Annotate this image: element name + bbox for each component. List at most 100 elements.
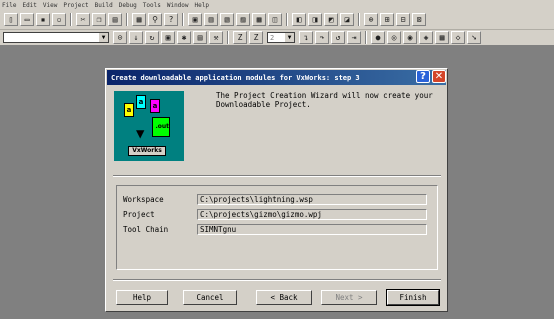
toolchain-label: Tool Chain [123,224,169,234]
zoom-combo[interactable]: 2 ▼ [267,32,295,43]
project-icon[interactable]: ▧ [220,13,234,26]
rebuild-icon[interactable]: ◨ [308,13,322,26]
dialog-titlebar[interactable]: Create downloadable application modules … [107,70,446,85]
monitor-icon[interactable]: ▣ [161,31,175,44]
tile-icon[interactable]: ▨ [236,13,250,26]
cancel-button[interactable]: Cancel [183,290,237,305]
watch-icon[interactable]: ◎ [387,31,401,44]
intro-text: The Project Creation Wizard will now cre… [216,91,441,109]
object-file-icon: .out [152,117,170,137]
source-file-icon: a [150,99,160,113]
menu-edit[interactable]: Edit [22,2,36,9]
intro-line-2: Downloadable Project. [216,100,311,109]
stop-build-icon[interactable]: ◪ [340,13,354,26]
source-file-icon: a [124,103,134,117]
summary-group: Workspace C:\projects\lightning.wsp Proj… [116,185,438,270]
menu-debug[interactable]: Debug [119,2,137,9]
run-to-cursor-icon[interactable]: ⇥ [347,31,361,44]
workspace-value: C:\projects\lightning.wsp [197,193,427,205]
wizard-dialog: Create downloadable application modules … [105,68,448,312]
source-file-icon: a [136,95,146,109]
finish-button[interactable]: Finish [386,289,440,306]
format-icon[interactable]: Z [249,31,263,44]
find-icon[interactable]: ⚲ [148,13,162,26]
zoom-value: 2 [270,34,275,42]
breakpoint-icon[interactable]: ● [371,31,385,44]
divider [113,175,441,177]
menu-file[interactable]: File [2,2,16,9]
toolchain-row: Tool Chain SIMNTgnu [123,223,427,235]
target-server-icon[interactable]: ⊠ [412,13,426,26]
chevron-down-icon[interactable]: ▼ [285,33,294,42]
pointer-icon[interactable]: ➘ [467,31,481,44]
stack-icon[interactable]: ◇ [451,31,465,44]
shell-icon[interactable]: ⊟ [396,13,410,26]
toolchain-value: SIMNTgnu [197,223,427,235]
workspace-label: Workspace [123,194,164,204]
arrow-down-icon: ▼ [136,126,145,142]
workspace-row: Workspace C:\projects\lightning.wsp [123,193,427,205]
toolbar-separator [286,13,288,26]
project-value: C:\projects\gizmo\gizmo.wpj [197,208,427,220]
toolbar-separator [365,31,367,44]
workspace-icon[interactable]: ◫ [268,13,282,26]
menu-build[interactable]: Build [95,2,113,9]
target-reboot-icon[interactable]: ↻ [145,31,159,44]
help-button[interactable]: Help [116,290,168,305]
menu-help[interactable]: Help [195,2,209,9]
help-context-icon[interactable]: ? [164,13,178,26]
copy-icon[interactable]: ❐ [92,13,106,26]
table-icon[interactable]: ▤ [193,31,207,44]
chevron-down-icon[interactable]: ▼ [99,33,108,42]
wizard-illustration: a a a .out ▼ VxWorks [114,91,184,161]
menu-window[interactable]: Window [167,2,189,9]
new-file-icon[interactable]: ▯ [4,13,18,26]
vxworks-label: VxWorks [128,146,166,156]
project-label: Project [123,209,155,219]
step-over-icon[interactable]: ↷ [315,31,329,44]
compile-icon[interactable]: ◩ [324,13,338,26]
cut-icon[interactable]: ✂ [76,13,90,26]
toolbar-separator [126,13,128,26]
menu-tools[interactable]: Tools [143,2,161,9]
download-icon[interactable]: ↓ [129,31,143,44]
locals-icon[interactable]: ◉ [403,31,417,44]
dialog-title: Create downloadable application modules … [111,73,360,82]
toolbar-separator [227,31,229,44]
toolbar-separator [70,13,72,26]
debug-icon[interactable]: ⊕ [364,13,378,26]
step-into-icon[interactable]: ↴ [299,31,313,44]
target-attach-icon[interactable]: ⊙ [113,31,127,44]
intro-line-1: The Project Creation Wizard will now cre… [216,91,433,100]
bookmark-icon[interactable]: ▥ [204,13,218,26]
save-icon[interactable]: ▪ [36,13,50,26]
menu-view[interactable]: View [43,2,57,9]
build-icon[interactable]: ◧ [292,13,306,26]
registers-icon[interactable]: ◈ [419,31,433,44]
help-icon[interactable]: ? [416,70,430,83]
step-out-icon[interactable]: ↺ [331,31,345,44]
menu-bar: File Edit View Project Build Debug Tools… [0,0,554,10]
main-toolbar: ▯ ▭ ▪ ▫ ✂ ❐ ▤ ▦ ⚲ ? ▣ ▥ ▧ ▨ ▩ ◫ ◧ ◨ ◩ ◪ … [0,10,554,30]
toolbar-separator [182,13,184,26]
tools-icon[interactable]: ⚒ [209,31,223,44]
italic-icon[interactable]: Z [233,31,247,44]
next-button[interactable]: Next > [321,290,377,305]
cascade-icon[interactable]: ▩ [252,13,266,26]
project-row: Project C:\projects\gizmo\gizmo.wpj [123,208,427,220]
toolbar-separator [358,13,360,26]
window-icon[interactable]: ▣ [188,13,202,26]
print-icon[interactable]: ▦ [132,13,146,26]
browser-icon[interactable]: ⊞ [380,13,394,26]
target-combo[interactable]: ▼ [3,32,109,43]
back-button[interactable]: < Back [256,290,312,305]
paste-icon[interactable]: ▤ [108,13,122,26]
open-folder-icon[interactable]: ▭ [20,13,34,26]
secondary-toolbar: ▼ ⊙ ↓ ↻ ▣ ✱ ▤ ⚒ Z Z 2 ▼ ↴ ↷ ↺ ⇥ ● ◎ ◉ ◈ … [0,30,554,46]
save-all-icon[interactable]: ▫ [52,13,66,26]
menu-project[interactable]: Project [63,2,88,9]
close-icon[interactable]: ✕ [432,70,446,83]
divider [113,279,441,281]
bug-icon[interactable]: ✱ [177,31,191,44]
memory-icon[interactable]: ▦ [435,31,449,44]
